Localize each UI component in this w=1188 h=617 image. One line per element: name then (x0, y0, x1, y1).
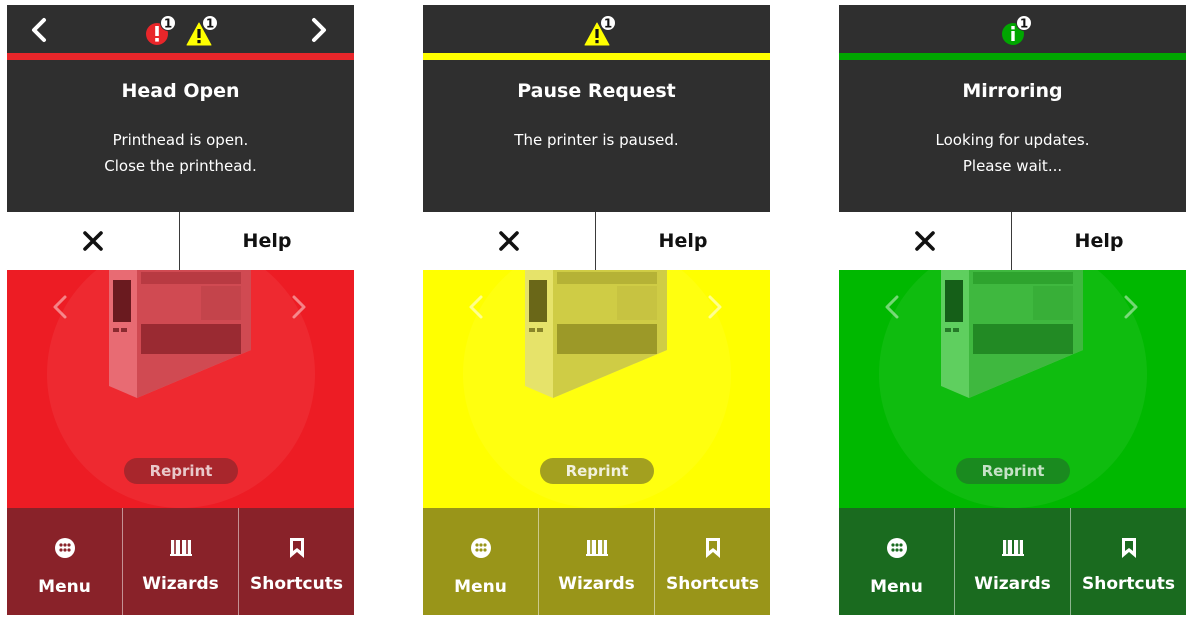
svg-text:1: 1 (604, 17, 612, 31)
close-button[interactable] (839, 212, 1011, 270)
top-status-bar: 1 1 (7, 5, 354, 53)
reprint-button[interactable]: Reprint (540, 458, 654, 484)
wizards-tile[interactable]: Wizards (955, 508, 1070, 615)
reprint-button[interactable]: Reprint (956, 458, 1070, 484)
menu-dots-icon (886, 538, 907, 558)
carousel-prev-icon[interactable] (467, 294, 485, 320)
printer-image (525, 270, 667, 398)
carousel-prev-icon[interactable] (883, 294, 901, 320)
alert-badges[interactable]: 1 1 (143, 15, 223, 47)
bottom-nav: Menu Wizards Shortcuts (423, 508, 770, 615)
svg-text:1: 1 (164, 17, 172, 31)
close-button[interactable] (7, 212, 179, 270)
help-button[interactable]: Help (1012, 212, 1186, 270)
alert-message-box: Mirroring Looking for updates. Please wa… (839, 60, 1186, 212)
book-icon (169, 540, 192, 556)
printer-status-area: Reprint (423, 270, 770, 508)
alert-message-box: Pause Request The printer is paused. (423, 60, 770, 212)
alert-actions: Help (423, 212, 770, 270)
status-rule (423, 53, 770, 60)
alert-badges[interactable]: 1 (997, 15, 1037, 47)
tile-label: Menu (870, 577, 923, 597)
carousel-prev-icon[interactable] (51, 294, 69, 320)
chevron-left-icon[interactable] (29, 17, 49, 43)
printer-status-area: Reprint (839, 270, 1186, 508)
alert-message-line: The printer is paused. (514, 131, 679, 149)
alert-title: Mirroring (962, 80, 1063, 102)
alert-title: Head Open (121, 80, 240, 102)
menu-dots-icon (54, 538, 75, 558)
close-button[interactable] (423, 212, 595, 270)
alert-panel-info: 1 Mirroring Looking for updates. Please … (839, 5, 1186, 615)
top-status-bar: 1 (839, 5, 1186, 53)
top-status-bar: 1 (423, 5, 770, 53)
alert-actions: Help (7, 212, 354, 270)
chevron-right-icon[interactable] (309, 17, 329, 43)
tile-label: Shortcuts (250, 574, 343, 594)
wizards-tile[interactable]: Wizards (539, 508, 654, 615)
alert-panel-error: 1 1 Head Open Printhead is open. Close t… (7, 5, 354, 615)
svg-text:1: 1 (1020, 17, 1028, 31)
badge-count: 1 (160, 15, 176, 31)
help-button[interactable]: Help (180, 212, 354, 270)
badge-count: 1 (600, 15, 616, 31)
alert-message-line: Looking for updates. (935, 131, 1090, 149)
reprint-button[interactable]: Reprint (124, 458, 238, 484)
alert-actions: Help (839, 212, 1186, 270)
tile-label: Menu (38, 577, 91, 597)
carousel-next-icon[interactable] (1122, 294, 1140, 320)
book-icon (585, 540, 608, 556)
printer-status-area: Reprint (7, 270, 354, 508)
tile-label: Menu (454, 577, 507, 597)
badge-count: 1 (202, 15, 218, 31)
alert-message-line: Printhead is open. (112, 131, 249, 149)
alert-message-box: Head Open Printhead is open. Close the p… (7, 60, 354, 212)
shortcuts-tile[interactable]: Shortcuts (655, 508, 770, 615)
tile-label: Shortcuts (666, 574, 759, 594)
alert-panel-warning: 1 Pause Request The printer is paused. H… (423, 5, 770, 615)
tile-label: Wizards (142, 574, 219, 594)
shortcuts-tile[interactable]: Shortcuts (1071, 508, 1186, 615)
carousel-next-icon[interactable] (706, 294, 724, 320)
book-icon (1001, 540, 1024, 556)
status-rule (839, 53, 1186, 60)
alert-message-line: Close the printhead. (104, 157, 257, 175)
menu-tile[interactable]: Menu (7, 508, 122, 615)
bottom-nav: Menu Wizards Shortcuts (7, 508, 354, 615)
alert-badges[interactable]: 1 (581, 15, 621, 47)
close-icon (915, 231, 935, 251)
menu-tile[interactable]: Menu (423, 508, 538, 615)
status-rule (7, 53, 354, 60)
badge-count: 1 (1016, 15, 1032, 31)
alert-title: Pause Request (517, 80, 676, 102)
bottom-nav: Menu Wizards Shortcuts (839, 508, 1186, 615)
close-icon (83, 231, 103, 251)
carousel-next-icon[interactable] (290, 294, 308, 320)
svg-text:1: 1 (206, 17, 214, 31)
menu-tile[interactable]: Menu (839, 508, 954, 615)
tile-label: Shortcuts (1082, 574, 1175, 594)
printer-image (941, 270, 1083, 398)
bookmark-icon (289, 538, 304, 558)
tile-label: Wizards (974, 574, 1051, 594)
menu-dots-icon (470, 538, 491, 558)
tile-label: Wizards (558, 574, 635, 594)
help-button[interactable]: Help (596, 212, 770, 270)
bookmark-icon (1121, 538, 1136, 558)
alert-message-line: Please wait... (962, 157, 1063, 175)
printer-image (109, 270, 251, 398)
wizards-tile[interactable]: Wizards (123, 508, 238, 615)
shortcuts-tile[interactable]: Shortcuts (239, 508, 354, 615)
close-icon (499, 231, 519, 251)
bookmark-icon (705, 538, 720, 558)
